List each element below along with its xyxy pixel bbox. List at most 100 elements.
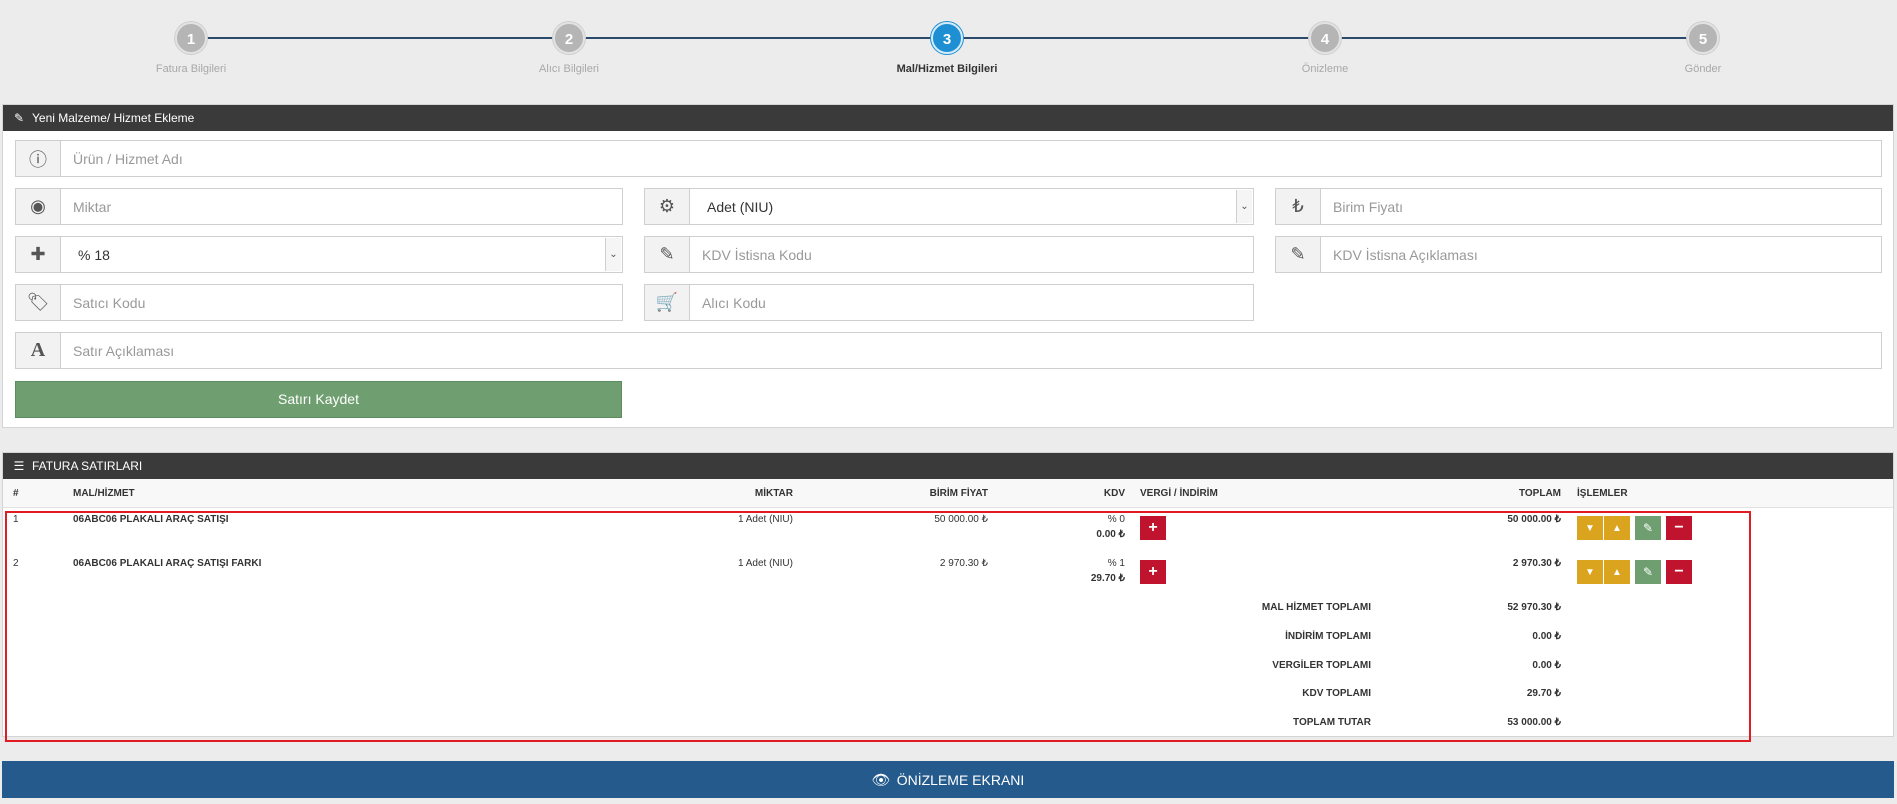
line-desc-input[interactable] — [61, 333, 1881, 368]
row-item: 06ABC06 PLAKALI ARAÇ SATIŞI — [73, 514, 229, 525]
row-num: 1 — [13, 514, 19, 525]
row-actions: ▼ ▲ ✎ − — [1577, 560, 1692, 584]
step-label: Önizleme — [1301, 63, 1349, 75]
col-tax-discount: VERGİ / İNDİRİM — [1140, 488, 1218, 499]
product-name-field: ⓘ — [15, 140, 1882, 177]
panel-title: FATURA SATIRLARI — [32, 459, 143, 473]
step-3[interactable]: 3 Mal/Hizmet Bilgileri — [847, 22, 1047, 75]
vat-rate-select[interactable]: % 18 ⌄ — [61, 237, 622, 272]
dashboard-icon: ◉ — [16, 189, 61, 224]
totals-label: TOPLAM TUTAR — [1293, 717, 1371, 728]
totals-value: 29.70 ₺ — [1526, 688, 1561, 699]
row-unit-price: 50 000.00 ₺ — [934, 514, 988, 525]
row-item: 06ABC06 PLAKALI ARAÇ SATIŞI FARKI — [73, 558, 262, 569]
move-up-button[interactable]: ▲ — [1604, 560, 1630, 584]
move-down-button[interactable]: ▼ — [1577, 516, 1603, 540]
step-circle: 1 — [175, 22, 207, 54]
col-unit-price: BİRİM FİYAT — [929, 488, 988, 499]
row-num: 2 — [13, 558, 19, 569]
edit-icon: ✎ — [13, 111, 25, 125]
edit-row-button[interactable]: ✎ — [1635, 516, 1661, 540]
row-qty: 1 Adet (NIU) — [737, 558, 793, 569]
preview-label: ÖNİZLEME EKRANI — [896, 771, 1025, 788]
seller-code-field: 🏷 — [15, 284, 623, 321]
col-actions: İŞLEMLER — [1577, 488, 1628, 499]
new-item-panel-header: ✎ Yeni Malzeme/ Hizmet Ekleme — [3, 105, 1893, 131]
step-label: Alıcı Bilgileri — [539, 63, 599, 75]
vat-exemption-desc-field: ✎ — [1275, 236, 1882, 273]
add-tax-button[interactable]: + — [1140, 560, 1166, 584]
totals-value: 0.00 ₺ — [1532, 660, 1561, 671]
save-line-button[interactable]: Satırı Kaydet — [15, 381, 622, 418]
edit-row-button[interactable]: ✎ — [1635, 560, 1661, 584]
step-2[interactable]: 2 Alıcı Bilgileri — [469, 22, 669, 75]
seller-code-input[interactable] — [61, 285, 622, 320]
table-row: 1 06ABC06 PLAKALI ARAÇ SATIŞI 1 Adet (NI… — [3, 509, 1893, 551]
quantity-field: ◉ — [15, 188, 623, 225]
chevron-down-icon: ⌄ — [1236, 190, 1252, 223]
table-header: # MAL/HİZMET MİKTAR BİRİM FİYAT KDV VERG… — [3, 479, 1893, 508]
vat-rate-field: ✚ % 18 ⌄ — [15, 236, 623, 273]
unit-price-field: ₺ — [1275, 188, 1882, 225]
delete-row-button[interactable]: − — [1666, 516, 1692, 540]
line-desc-field: A — [15, 332, 1882, 369]
totals-row: MAL HİZMET TOPLAMI 52 970.30 ₺ — [3, 602, 1893, 622]
totals-label: VERGİLER TOPLAMI — [1272, 660, 1371, 671]
edit-icon: ✎ — [645, 237, 690, 272]
lira-icon: ₺ — [1276, 189, 1321, 224]
quantity-input[interactable] — [61, 189, 622, 224]
font-icon: A — [16, 333, 61, 368]
totals-label: MAL HİZMET TOPLAMI — [1261, 602, 1371, 613]
unit-field: ⚙ Adet (NIU) ⌄ — [644, 188, 1254, 225]
unit-price-input[interactable] — [1321, 189, 1881, 224]
product-name-input[interactable] — [61, 141, 1881, 176]
table-row: 2 06ABC06 PLAKALI ARAÇ SATIŞI FARKI 1 Ad… — [3, 553, 1893, 595]
list-icon: ☰ — [13, 459, 25, 473]
cart-icon: 🛒 — [645, 285, 690, 320]
totals-row: TOPLAM TUTAR 53 000.00 ₺ — [3, 717, 1893, 737]
vat-exemption-desc-input[interactable] — [1321, 237, 1881, 272]
col-total: TOPLAM — [1518, 488, 1561, 499]
wizard-steps: 1 Fatura Bilgileri 2 Alıcı Bilgileri 3 M… — [0, 0, 1897, 100]
panel-title: Yeni Malzeme/ Hizmet Ekleme — [32, 111, 195, 125]
row-vat-rate: % 1 — [1107, 558, 1125, 569]
row-total: 50 000.00 ₺ — [1507, 514, 1561, 525]
col-item: MAL/HİZMET — [73, 488, 135, 499]
vat-exemption-code-field: ✎ — [644, 236, 1254, 273]
step-label: Mal/Hizmet Bilgileri — [896, 63, 998, 75]
vat-rate-select-value: % 18 — [78, 246, 110, 263]
totals-label: İNDİRİM TOPLAMI — [1285, 631, 1371, 642]
plus-icon: ✚ — [16, 237, 61, 272]
step-5[interactable]: 5 Gönder — [1603, 22, 1803, 75]
step-4[interactable]: 4 Önizleme — [1225, 22, 1425, 75]
preview-screen-button[interactable]: 👁 ÖNİZLEME EKRANI — [2, 761, 1894, 798]
buyer-code-input[interactable] — [690, 285, 1253, 320]
step-1[interactable]: 1 Fatura Bilgileri — [91, 22, 291, 75]
unit-select[interactable]: Adet (NIU) ⌄ — [690, 189, 1253, 224]
col-num: # — [13, 488, 19, 499]
row-unit-price: 2 970.30 ₺ — [939, 558, 988, 569]
row-vat-rate: % 0 — [1107, 514, 1125, 525]
chevron-down-icon: ⌄ — [605, 238, 621, 271]
delete-row-button[interactable]: − — [1666, 560, 1692, 584]
move-down-button[interactable]: ▼ — [1577, 560, 1603, 584]
edit-icon: ✎ — [1276, 237, 1321, 272]
invoice-lines-panel: ☰ FATURA SATIRLARI # MAL/HİZMET MİKTAR B… — [2, 452, 1894, 737]
step-circle: 3 — [931, 22, 963, 54]
totals-row: VERGİLER TOPLAMI 0.00 ₺ — [3, 660, 1893, 680]
step-circle: 2 — [553, 22, 585, 54]
eye-icon: 👁 — [871, 771, 891, 789]
totals-value: 52 970.30 ₺ — [1507, 602, 1561, 613]
step-label: Gönder — [1684, 63, 1722, 75]
step-circle: 5 — [1687, 22, 1719, 54]
tags-icon: 🏷 — [16, 285, 61, 320]
totals-value: 53 000.00 ₺ — [1507, 717, 1561, 728]
move-up-button[interactable]: ▲ — [1604, 516, 1630, 540]
info-icon: ⓘ — [16, 141, 61, 176]
totals-label: KDV TOPLAMI — [1302, 688, 1371, 699]
add-tax-button[interactable]: + — [1140, 516, 1166, 540]
vat-exemption-code-input[interactable] — [690, 237, 1253, 272]
totals-value: 0.00 ₺ — [1532, 631, 1561, 642]
step-circle: 4 — [1309, 22, 1341, 54]
invoice-lines-panel-header: ☰ FATURA SATIRLARI — [3, 453, 1893, 479]
